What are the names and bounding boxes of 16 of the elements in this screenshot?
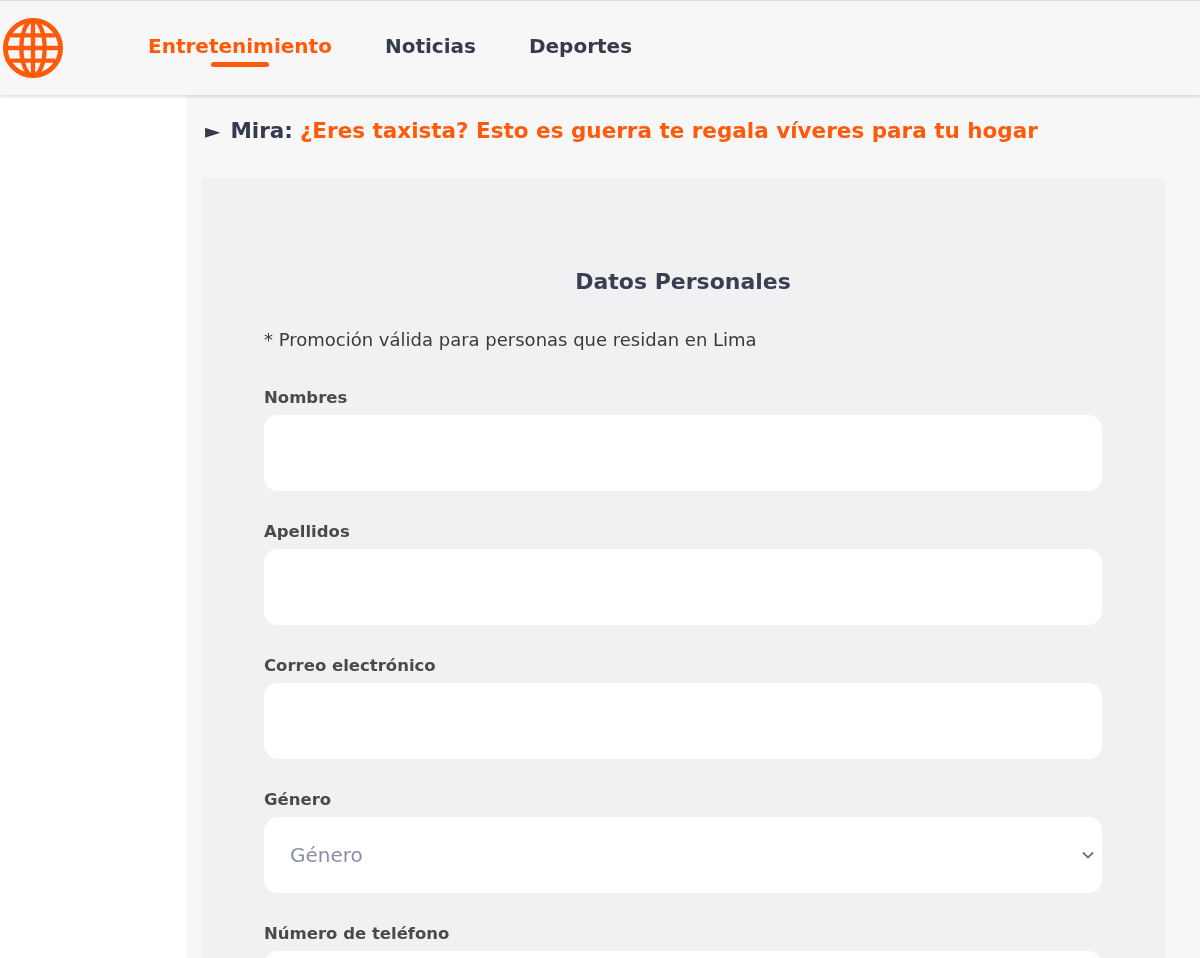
field-label: Nombres bbox=[264, 387, 349, 409]
nav-tab[interactable]: Deportes bbox=[528, 34, 633, 67]
triangle-bullet: ► bbox=[205, 118, 221, 143]
globe-logo-icon[interactable] bbox=[2, 17, 64, 79]
promo-note: * Promoción válida para personas que residan en Lima bbox=[264, 328, 758, 352]
field-label: Número de teléfono bbox=[264, 923, 451, 945]
nav-tab[interactable]: Entretenimiento bbox=[148, 34, 332, 67]
nav-tab[interactable]: Noticias bbox=[384, 34, 476, 67]
field-label: Correo electrónico bbox=[264, 655, 437, 677]
promo-link[interactable]: ¿Eres taxista? Esto es guerra te regala víveres para tu hogar bbox=[299, 118, 1038, 143]
field-label: Género bbox=[264, 789, 333, 811]
promo-label: Mira: bbox=[230, 118, 293, 143]
gender-select[interactable]: Género bbox=[264, 817, 1102, 893]
field-label: Apellidos bbox=[264, 521, 351, 543]
chevron-down-icon bbox=[1082, 851, 1094, 859]
form-title: Datos Personales bbox=[574, 268, 792, 296]
